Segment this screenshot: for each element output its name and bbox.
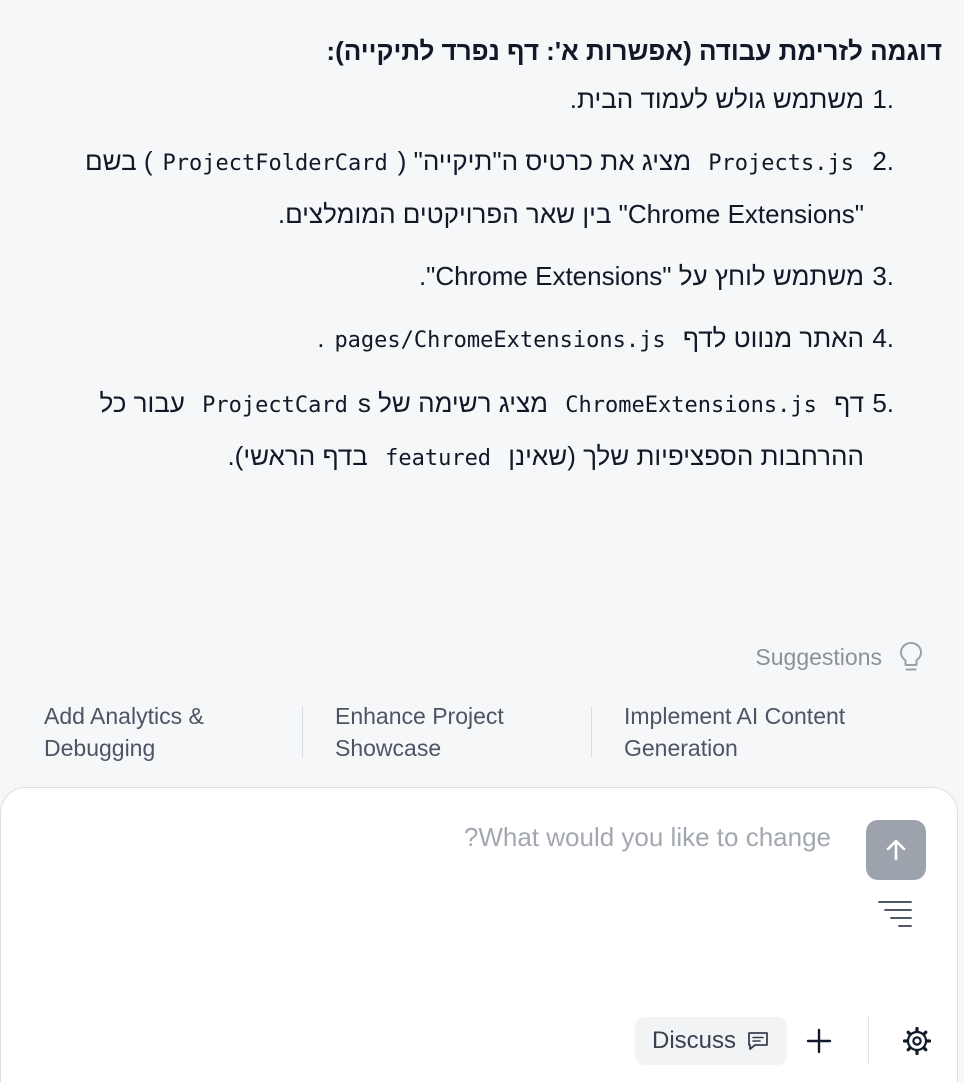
inline-code: featured	[385, 446, 492, 471]
step-text: מציג רשימה של	[378, 388, 549, 418]
send-button[interactable]	[866, 820, 926, 880]
plus-icon[interactable]	[803, 1025, 835, 1057]
inline-code: ProjectFolderCard	[162, 151, 388, 176]
suggestion-ai-content[interactable]: Implement AI Content Generation	[592, 700, 884, 764]
step-number: 1.	[872, 84, 894, 114]
suggestion-analytics-debugging[interactable]: Add Analytics & Debugging	[44, 700, 302, 764]
prompt-input[interactable]	[131, 822, 831, 853]
inline-code: Projects.js	[708, 151, 854, 176]
gear-icon[interactable]	[901, 1025, 933, 1057]
step-number: 5.	[872, 388, 894, 418]
step-text: בדף הראשי).	[227, 441, 368, 471]
inline-code: ProjectCard	[202, 393, 348, 418]
toolbar-divider	[868, 1016, 869, 1064]
suggestions-label: Suggestions	[755, 643, 882, 670]
step-text: האתר מנווט לדף	[682, 323, 864, 353]
inline-code: ChromeExtensions.js	[565, 393, 817, 418]
chat-bubble-icon	[748, 1032, 768, 1050]
step-number: 3.	[872, 261, 894, 291]
discuss-label: Discuss	[651, 1027, 736, 1054]
discuss-button[interactable]: Discuss	[635, 1017, 787, 1065]
step-text: דף	[834, 388, 864, 418]
inline-code: pages/ChromeExtensions.js	[334, 328, 666, 353]
message-composer: Discuss	[0, 787, 958, 1082]
step-text: מציג את כרטיס ה"תיקייה"	[413, 146, 692, 176]
step-text: משתמש גולש לעמוד הבית.	[569, 84, 864, 114]
arrow-up-icon	[886, 839, 906, 861]
workflow-steps: 1. משתמש גולש לעמוד הבית. 2. Projects.js…	[82, 74, 942, 484]
enhance-prompt-icon[interactable]	[877, 896, 913, 932]
suggestions-header: Suggestions	[755, 640, 924, 674]
workflow-step-4: 4. האתר מנווט לדף pages/ChromeExtensions…	[82, 313, 942, 366]
workflow-step-5: 5. דף ChromeExtensions.js מציג רשימה של …	[82, 378, 942, 484]
step-number: 2.	[872, 146, 894, 176]
assistant-message: דוגמה לזרימת עבודה (אפשרות א': דף נפרד ל…	[82, 28, 942, 496]
lightbulb-icon	[900, 642, 922, 671]
step-number: 4.	[872, 323, 894, 353]
step-text: משתמש לוחץ על "Chrome Extensions".	[418, 261, 864, 291]
message-heading: דוגמה לזרימת עבודה (אפשרות א': דף נפרד ל…	[326, 36, 942, 66]
workflow-step-2: 2. Projects.js מציג את כרטיס ה"תיקייה" (…	[82, 136, 942, 239]
suggestion-enhance-showcase[interactable]: Enhance Project Showcase	[303, 700, 591, 764]
suggestions-list: Add Analytics & Debugging Enhance Projec…	[44, 700, 884, 764]
workflow-step-3: 3. משתמש לוחץ על "Chrome Extensions".	[82, 251, 942, 301]
workflow-step-1: 1. משתמש גולש לעמוד הבית.	[82, 74, 942, 124]
